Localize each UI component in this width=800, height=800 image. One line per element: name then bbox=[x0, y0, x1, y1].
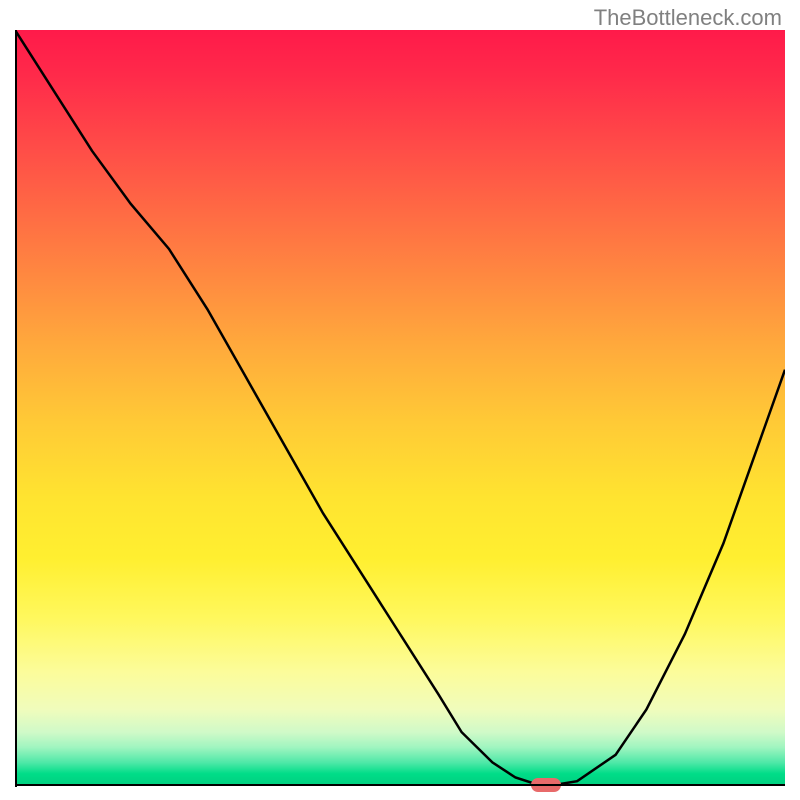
chart-container: TheBottleneck.com bbox=[0, 0, 800, 800]
x-axis bbox=[15, 784, 785, 786]
bottleneck-curve bbox=[15, 30, 785, 785]
watermark-text: TheBottleneck.com bbox=[594, 5, 782, 31]
plot-area bbox=[15, 30, 785, 785]
y-axis bbox=[15, 30, 17, 787]
